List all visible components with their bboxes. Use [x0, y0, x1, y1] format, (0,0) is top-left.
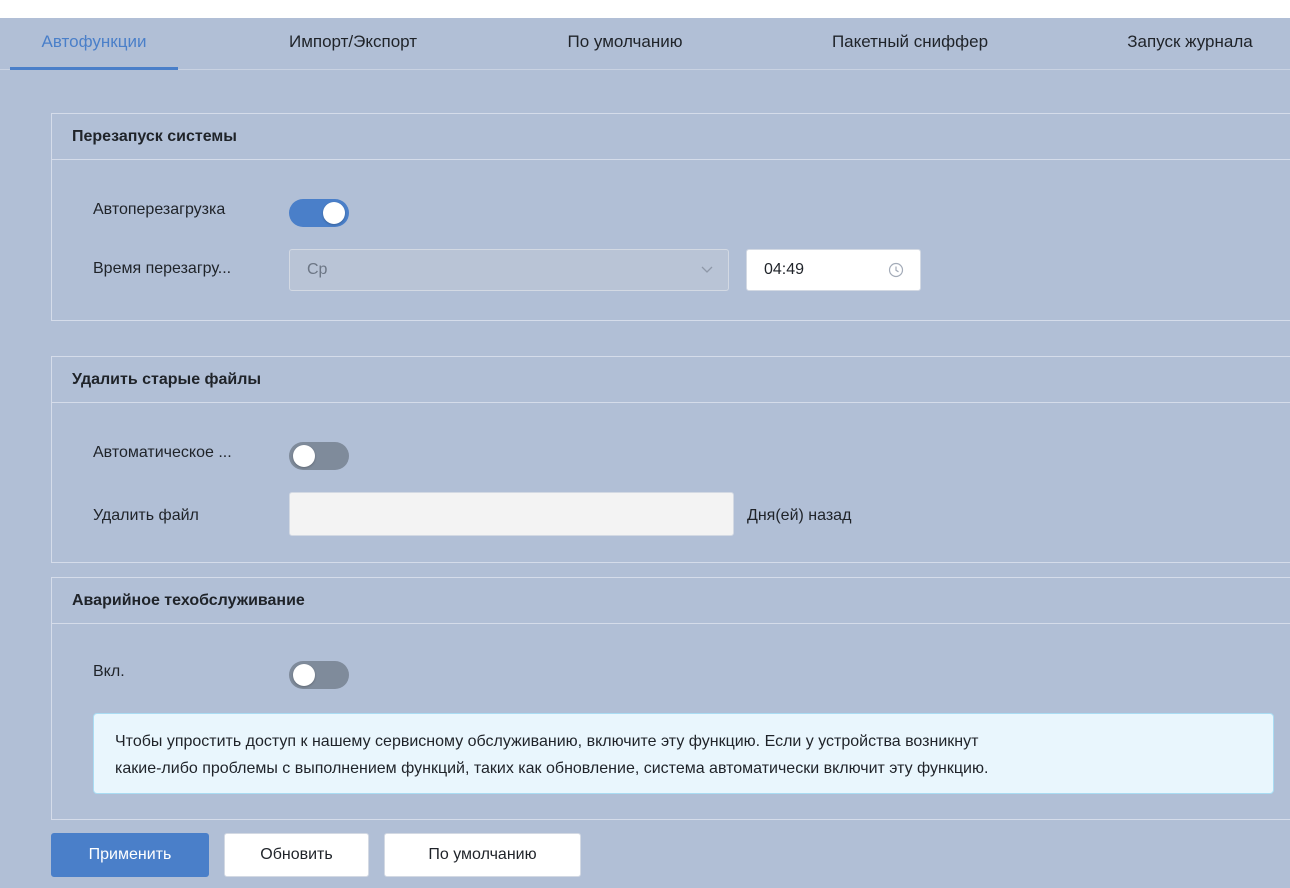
chevron-down-icon: [701, 266, 713, 273]
tab-launch-log[interactable]: Запуск журнала: [1100, 18, 1280, 70]
toggle-knob: [293, 445, 315, 467]
toggle-knob: [323, 202, 345, 224]
info-notice: Чтобы упростить доступ к нашему сервисно…: [93, 713, 1274, 794]
emergency-maintenance-title: Аварийное техобслуживание: [52, 578, 1290, 624]
days-ago-suffix: Дня(ей) назад: [747, 507, 852, 524]
emergency-enable-toggle[interactable]: [289, 661, 349, 689]
auto-delete-toggle[interactable]: [289, 442, 349, 470]
apply-button[interactable]: Применить: [51, 833, 209, 877]
refresh-button[interactable]: Обновить: [224, 833, 369, 877]
active-tab-indicator: [10, 67, 178, 70]
restart-panel-title: Перезапуск системы: [52, 114, 1290, 160]
clock-icon[interactable]: [888, 262, 904, 278]
tab-bar: Автофункции Импорт/Экспорт По умолчанию …: [0, 18, 1290, 70]
notice-line-2: какие-либо проблемы с выполнением функци…: [115, 760, 989, 777]
enable-label: Вкл.: [93, 663, 125, 680]
reboot-time-input[interactable]: 04:49: [746, 249, 921, 291]
settings-page: Автофункции Импорт/Экспорт По умолчанию …: [0, 0, 1290, 888]
tab-import-export[interactable]: Импорт/Экспорт: [258, 18, 448, 70]
delete-file-label: Удалить файл: [93, 507, 199, 524]
auto-delete-label: Автоматическое ...: [93, 444, 232, 461]
reboot-day-value: Ср: [307, 261, 328, 278]
tab-packet-sniffer[interactable]: Пакетный сниффер: [800, 18, 1020, 70]
tab-default[interactable]: По умолчанию: [530, 18, 720, 70]
reboot-time-value: 04:49: [764, 261, 805, 278]
delete-days-input[interactable]: [289, 492, 734, 536]
auto-reboot-label: Автоперезагрузка: [93, 201, 226, 218]
top-strip: [0, 0, 1290, 18]
reboot-day-select[interactable]: Ср: [289, 249, 729, 291]
delete-old-files-title: Удалить старые файлы: [52, 357, 1290, 403]
notice-line-1: Чтобы упростить доступ к нашему сервисно…: [115, 733, 979, 750]
toggle-knob: [293, 664, 315, 686]
auto-reboot-toggle[interactable]: [289, 199, 349, 227]
reboot-time-label: Время перезагру...: [93, 260, 232, 277]
tab-auto-functions[interactable]: Автофункции: [10, 18, 178, 70]
default-button[interactable]: По умолчанию: [384, 833, 581, 877]
